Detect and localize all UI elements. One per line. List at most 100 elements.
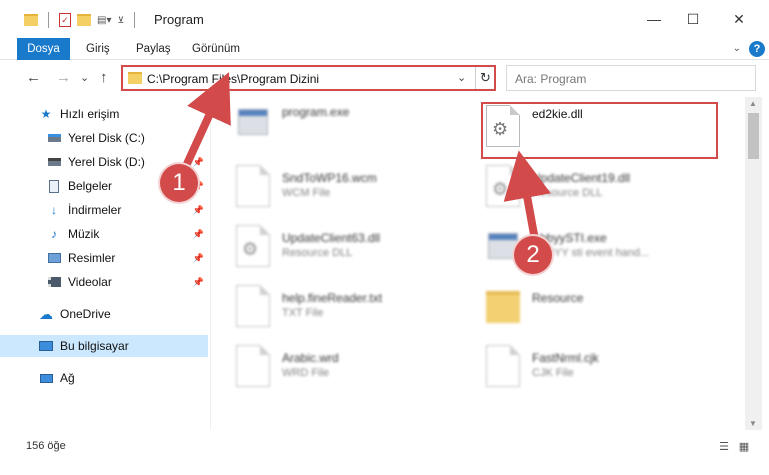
file-type: WRD File [282,367,330,379]
sidebar-item-videos[interactable]: Videolar 📌 [0,271,208,293]
file-type: Resource DLL [282,247,353,259]
file-icon [236,285,270,327]
sidebar-item-music[interactable]: ♪ Müzik 📌 [0,223,208,245]
window-title: Program [154,12,204,27]
pin-icon[interactable]: 📌 [193,253,204,264]
sidebar-item-label: Yerel Disk (D:) [68,155,145,169]
file-name: FastNrml.cjk [532,351,599,365]
sidebar-item-network[interactable]: Ağ [0,367,208,389]
file-icon [486,345,520,387]
sidebar-item-downloads[interactable]: ↓ İndirmeler 📌 [0,199,208,221]
drive-icon [46,154,62,170]
file-name: program.exe [282,105,350,119]
file-type: TXT File [282,307,324,319]
music-icon: ♪ [51,227,57,241]
chevron-down-icon[interactable]: ⌄ [733,43,741,54]
file-icon [236,165,270,207]
file-item[interactable]: ⚙ UpdateClient19.dll Resource DLL [462,161,702,213]
toolbar-divider [48,12,49,28]
refresh-button[interactable]: ↻ [475,67,495,89]
cloud-icon: ☁ [39,305,53,322]
address-path[interactable]: C:\Program Files\Program Dizini [147,72,319,86]
scrollbar-thumb[interactable] [748,113,759,159]
dll-icon: ⚙ [236,225,270,267]
navigation-pane: ★ Hızlı erişim Yerel Disk (C:) Yerel Dis… [0,97,210,430]
quick-access-toolbar: ✓ ▤▾ ⊻ [24,10,139,30]
dropdown-icon[interactable]: ⊻ [117,15,124,26]
details-view-icon[interactable]: ☰ [717,440,731,454]
file-item[interactable]: help.fineReader.txt TXT File [212,281,452,333]
folder-item[interactable]: Resource [462,281,702,333]
search-placeholder: Ara: Program [515,72,587,86]
sidebar-item-this-pc[interactable]: Bu bilgisayar [0,335,208,357]
file-type: WCM File [282,187,331,199]
file-type: Resource DLL [532,187,603,199]
step-badge-1: 1 [160,164,198,202]
star-icon: ★ [40,107,52,121]
sidebar-item-label: Belgeler [68,179,113,193]
new-folder-icon[interactable] [77,14,91,26]
forward-button[interactable]: → [56,69,71,86]
toolbar-divider [134,12,136,28]
sidebar-item-label: OneDrive [60,307,111,321]
chevron-down-icon[interactable]: ⌄ [457,71,466,84]
status-bar: 156 öğe ☰ ▦ [0,432,769,462]
sidebar-item-label: Videolar [68,275,112,289]
sidebar-item-pictures[interactable]: Resimler 📌 [0,247,208,269]
up-button[interactable]: ↑ [100,69,108,86]
computer-icon [38,338,54,354]
file-item[interactable]: Arabic.wrd WRD File [212,341,452,393]
file-name: SndToWP16.wcm [282,171,377,185]
close-button[interactable]: ✕ [716,0,762,38]
step-badge-2: 2 [514,236,552,274]
large-icons-view-icon[interactable]: ▦ [737,440,751,454]
recent-locations-button[interactable]: ⌄ [80,71,89,84]
file-item[interactable]: FastNrml.cjk CJK File [462,341,702,393]
sidebar-item-local-disk-c[interactable]: Yerel Disk (C:) [0,127,208,149]
address-bar[interactable]: C:\Program Files\Program Dizini ⌄ ↻ [121,65,496,91]
folder-icon [486,285,520,327]
file-item[interactable]: SndToWP16.wcm WCM File [212,161,452,213]
file-name: Arabic.wrd [282,351,339,365]
properties-icon[interactable]: ✓ [59,13,71,27]
back-button[interactable]: ← [26,69,41,86]
network-icon [38,370,54,386]
item-count: 156 öğe [26,440,66,452]
sidebar-item-label: Müzik [68,227,100,241]
folder-icon[interactable] [24,14,38,26]
file-item[interactable]: AbbyySTI.exe ABBYY sti event hand... [462,221,702,273]
exe-icon [236,101,270,143]
pictures-icon [46,250,62,266]
videos-icon [46,274,62,290]
sidebar-item-label: Ağ [60,371,75,385]
pin-icon[interactable]: 📌 [193,277,204,288]
sidebar-item-label: Hızlı erişim [60,107,120,121]
file-type: CJK File [532,367,574,379]
tab-view[interactable]: Görünüm [192,38,240,60]
download-icon: ↓ [51,203,57,217]
maximize-button[interactable]: ☐ [670,0,716,38]
scroll-up-icon[interactable]: ▲ [749,99,757,108]
customize-toolbar-icon[interactable]: ▤▾ [97,15,111,26]
dll-icon: ⚙ [486,165,520,207]
help-icon[interactable]: ? [749,41,765,57]
search-input[interactable]: Ara: Program [506,65,756,91]
file-item[interactable]: ⚙ UpdateClient63.dll Resource DLL [212,221,452,273]
sidebar-item-onedrive[interactable]: ☁ OneDrive [0,303,208,325]
tab-file[interactable]: Dosya [17,38,70,60]
tab-home[interactable]: Giriş [86,38,110,60]
navigation-bar: ← → ⌄ ↑ C:\Program Files\Program Dizini … [0,61,769,95]
sidebar-item-quick-access[interactable]: ★ Hızlı erişim [0,103,208,125]
pin-icon[interactable]: 📌 [193,157,204,168]
folder-icon [128,72,142,84]
sidebar-item-label: Resimler [68,251,116,265]
sidebar-item-label: Yerel Disk (C:) [68,131,145,145]
scroll-down-icon[interactable]: ▼ [749,419,757,428]
vertical-scrollbar[interactable]: ▲ ▼ [745,97,762,430]
pin-icon[interactable]: 📌 [193,205,204,216]
file-item[interactable]: program.exe [212,97,452,149]
file-name: UpdateClient63.dll [282,231,381,245]
tab-share[interactable]: Paylaş [136,38,171,60]
file-icon [236,345,270,387]
pin-icon[interactable]: 📌 [193,229,204,240]
